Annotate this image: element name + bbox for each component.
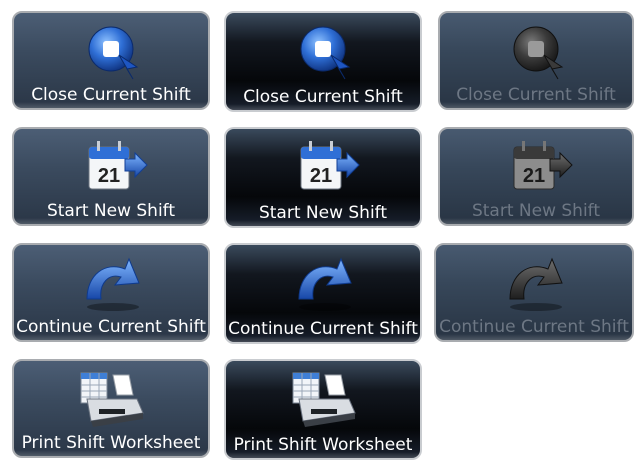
printer-icon	[71, 365, 151, 429]
start-shift-label: Start New Shift	[46, 201, 176, 221]
calendar-day-number: 21	[523, 165, 545, 187]
print-worksheet-button[interactable]: Print Shift Worksheet	[12, 359, 210, 458]
start-shift-button[interactable]: 21 Start New Shift	[12, 127, 210, 226]
stop-cursor-icon	[496, 19, 576, 83]
calendar-arrow-icon: 21	[71, 133, 151, 197]
redo-arrow-icon	[283, 249, 363, 313]
print-worksheet-label: Print Shift Worksheet	[21, 433, 201, 453]
close-shift-label: Close Current Shift	[31, 85, 191, 105]
print-worksheet-label: Print Shift Worksheet	[233, 435, 413, 455]
close-shift-button-disabled: Close Current Shift	[438, 11, 634, 110]
continue-shift-label: Continue Current Shift	[16, 317, 206, 337]
continue-shift-button-pressed[interactable]: Continue Current Shift	[224, 243, 422, 344]
close-shift-button[interactable]: Close Current Shift	[12, 11, 210, 110]
calendar-arrow-icon: 21	[283, 133, 363, 197]
continue-shift-label: Continue Current Shift	[439, 317, 629, 337]
print-worksheet-button-pressed[interactable]: Print Shift Worksheet	[224, 359, 422, 460]
start-shift-label: Start New Shift	[258, 203, 388, 223]
start-shift-button-pressed[interactable]: 21 Start New Shift	[224, 127, 422, 228]
start-shift-label: Start New Shift	[471, 201, 601, 221]
stop-cursor-icon	[71, 19, 151, 83]
close-shift-button-pressed[interactable]: Close Current Shift	[224, 11, 422, 112]
redo-arrow-icon	[71, 249, 151, 313]
continue-shift-button-disabled: Continue Current Shift	[434, 243, 634, 342]
start-shift-button-disabled: 21 Start New Shift	[438, 127, 634, 226]
stop-cursor-icon	[283, 19, 363, 83]
redo-arrow-icon	[494, 249, 574, 313]
continue-shift-label: Continue Current Shift	[228, 319, 418, 339]
calendar-day-number: 21	[310, 165, 332, 187]
close-shift-label: Close Current Shift	[456, 85, 616, 105]
printer-icon	[283, 365, 363, 429]
calendar-arrow-icon: 21	[496, 133, 576, 197]
close-shift-label: Close Current Shift	[243, 87, 403, 107]
continue-shift-button[interactable]: Continue Current Shift	[12, 243, 210, 342]
calendar-day-number: 21	[98, 165, 120, 187]
